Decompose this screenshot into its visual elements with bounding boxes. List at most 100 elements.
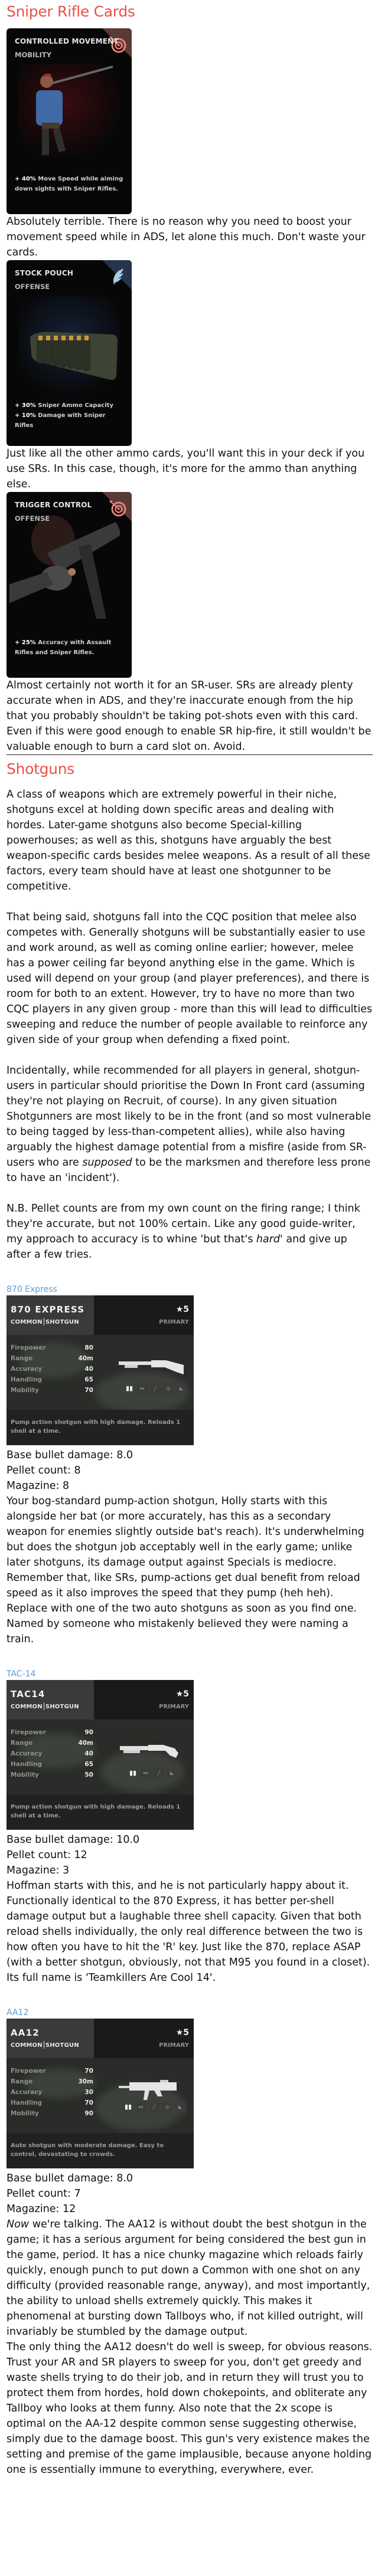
weapon-description: Auto shotgun with moderate damage. Easy … <box>6 2133 194 2168</box>
weapon-card-type: COMMON SHOTGUN <box>11 2038 79 2053</box>
barrel-icon: ╱ <box>148 2101 160 2113</box>
weapon-entry-870-express: 870 Express 870 EXPRESS COMMON SHOTGUN ★5… <box>6 1284 373 1647</box>
stock-icon: ◣ <box>174 2101 186 2113</box>
sight-icon: ◎ <box>161 2101 173 2113</box>
stat-row: Mobility 90 <box>11 2110 93 2117</box>
effect-text: Sniper Ammo Capacity <box>38 402 113 409</box>
effect-value: + 40% <box>15 176 36 182</box>
weapon-card: AA12 COMMON SHOTGUN ★5 PRIMARY Firepower 7… <box>6 2019 194 2168</box>
weapon-description: Pump action shotgun with high damage. Re… <box>6 1794 194 1830</box>
weapon-slot: PRIMARY <box>159 2042 189 2049</box>
muzzle-icon: ▸▸ <box>135 2101 147 2113</box>
perk-comment: Absolutely terrible. There is no reason … <box>6 216 366 258</box>
perk-card-controlled-movement: CONTROLLED MOVEMENT MOBILITY + 40% Move … <box>6 28 132 214</box>
weapon-comment: Now we're talking. The AA12 is without d… <box>6 2217 373 2339</box>
pellet-count: Pellet count: 12 <box>6 1849 87 1861</box>
magazine: Magazine: 8 <box>6 1480 70 1492</box>
ammo-icon: ▮▮ <box>125 1384 133 1392</box>
perk-card-stock-pouch: STOCK POUCH OFFENSE + 30% Sniper Ammo Ca… <box>6 260 132 446</box>
sniper-section-heading: Sniper Rifle Cards <box>6 3 135 20</box>
weapon-stats: Firepower 70 Range 30m Accuracy 30 Handling… <box>11 2066 93 2119</box>
pellet-count: Pellet count: 8 <box>6 1465 81 1476</box>
stat-row: Accuracy 40 <box>11 1750 93 1757</box>
perk-card-effects: + 25% Accuracy with Assault Rifles and S… <box>15 638 126 658</box>
stock-icon: ◣ <box>175 1383 187 1394</box>
sight-icon: ◎ <box>162 1383 174 1394</box>
perk-card-effects: + 30% Sniper Ammo Capacity + 10% Damage … <box>15 401 126 431</box>
weapon-description: Pump action shotgun with high damage. Re… <box>6 1410 194 1445</box>
stat-row: Accuracy 30 <box>11 2089 93 2096</box>
mod-slots: ▮▮ ▸▸ ╱ ◎ ◣ <box>122 2101 186 2113</box>
weapon-link-tac-14[interactable]: TAC-14 <box>6 1668 373 1680</box>
base-damage: Base bullet damage: 10.0 <box>6 1834 140 1846</box>
shotgun-down-in-front-paragraph: Incidentally, while recommended for all … <box>6 1063 373 1186</box>
base-damage: Base bullet damage: 8.0 <box>6 1449 133 1461</box>
mod-slots: ▮▮ ▸▸ ╱ ◎ ◣ <box>123 1383 187 1394</box>
weapon-rarity: COMMON <box>11 1319 43 1325</box>
ammo-icon: ▮▮ <box>124 2103 132 2111</box>
weapon-entry-aa12: AA12 AA12 COMMON SHOTGUN ★5 PRIMARY Firep… <box>6 2007 373 2477</box>
soldier-aiming-rifle-art <box>18 64 120 161</box>
stat-row: Firepower 70 <box>11 2068 93 2075</box>
stock-icon: ◣ <box>166 1767 178 1779</box>
weapon-card-type: COMMON SHOTGUN <box>11 1699 79 1715</box>
perk-card-category: OFFENSE <box>15 514 50 523</box>
stat-row: Accuracy 40 <box>11 1366 93 1373</box>
gloved-hand-rifle-art <box>9 516 120 619</box>
text-run: we're talking. The AA12 is without doubt… <box>6 2219 370 2338</box>
weapon-stats: Firepower 80 Range 40m Accuracy 40 Handling… <box>11 1343 93 1396</box>
base-damage: Base bullet damage: 8.0 <box>6 2173 133 2184</box>
stat-row: Mobility 70 <box>11 1387 93 1394</box>
weapon-class: SHOTGUN <box>45 1319 79 1325</box>
perk-card-title: STOCK POUCH <box>15 269 74 277</box>
shotgun-section-heading: Shotguns <box>6 760 74 777</box>
pump-shotgun-icon <box>119 1360 184 1374</box>
stat-row: Handling 70 <box>11 2099 93 2106</box>
compact-shotgun-icon <box>120 1745 178 1758</box>
weapon-card: TAC14 COMMON SHOTGUN ★5 PRIMARY Firepower… <box>6 1680 194 1830</box>
weapon-class: SHOTGUN <box>45 2042 79 2049</box>
weapon-rarity: COMMON <box>11 2042 43 2049</box>
barrel-icon: ╱ <box>149 1383 161 1394</box>
perk-card-trigger-control: TRIGGER CONTROL OFFENSE + 25% Accuracy w… <box>6 492 132 678</box>
perk-card-title: TRIGGER CONTROL <box>15 501 92 509</box>
perk-card-category: OFFENSE <box>15 283 50 291</box>
perk-comment: Just like all the other ammo cards, you'… <box>6 448 365 490</box>
weapon-card: 870 EXPRESS COMMON SHOTGUN ★5 PRIMARY Fir… <box>6 1295 194 1445</box>
emphasis-text: supposed <box>82 1157 132 1169</box>
weapon-slot: PRIMARY <box>159 1704 189 1710</box>
text-run: Incidentally, while recommended for all … <box>6 1065 372 1169</box>
weapon-stats: Firepower 90 Range 40m Accuracy 40 Handling… <box>11 1727 93 1780</box>
magazine: Magazine: 3 <box>6 1865 70 1876</box>
weapon-link-870-express[interactable]: 870 Express <box>6 1284 373 1295</box>
ammo-icon: ▮▮ <box>129 1769 137 1777</box>
weapon-class: SHOTGUN <box>45 1704 79 1710</box>
effect-value: + 10% <box>15 412 36 419</box>
weapon-rarity: COMMON <box>11 1704 43 1710</box>
stat-row: Range 40m <box>11 1355 93 1362</box>
shotgun-intro-paragraph: A class of weapons which are extremely p… <box>6 789 370 892</box>
effect-value: + 25% <box>15 639 36 646</box>
perk-comment: Almost certainly not worth it for an SR-… <box>6 680 372 753</box>
target-icon <box>109 500 126 517</box>
stat-row: Range 40m <box>11 1740 93 1747</box>
stat-row: Firepower 90 <box>11 1729 93 1736</box>
magazine: Magazine: 12 <box>6 2203 76 2215</box>
wing-icon <box>113 268 123 285</box>
pellet-count-note: N.B. Pellet counts are from my own count… <box>6 1201 373 1262</box>
weapon-slot: PRIMARY <box>159 1319 189 1325</box>
emphasis-text: Now <box>6 2219 30 2230</box>
pellet-count: Pellet count: 7 <box>6 2188 81 2200</box>
shotgun-cqc-paragraph: That being said, shotguns fall into the … <box>6 911 373 1046</box>
perk-card-effects: + 40% Move Speed while aiming down sight… <box>15 174 126 194</box>
stat-row: Firepower 80 <box>11 1344 93 1351</box>
barrel-icon: ╱ <box>153 1767 165 1779</box>
muzzle-icon: ▸▸ <box>140 1767 152 1779</box>
stat-row: Mobility 50 <box>11 1771 93 1778</box>
weapon-comment: Your bog-standard pump-action shotgun, H… <box>6 1495 364 1645</box>
mod-slots: ▮▮ ▸▸ ╱ ◣ <box>127 1767 178 1779</box>
weapon-comment-continued: The only thing the AA12 doesn't do well … <box>6 2341 373 2476</box>
stat-row: Range 30m <box>11 2078 93 2085</box>
weapon-card-type: COMMON SHOTGUN <box>11 1315 79 1330</box>
weapon-link-aa12[interactable]: AA12 <box>6 2007 373 2019</box>
